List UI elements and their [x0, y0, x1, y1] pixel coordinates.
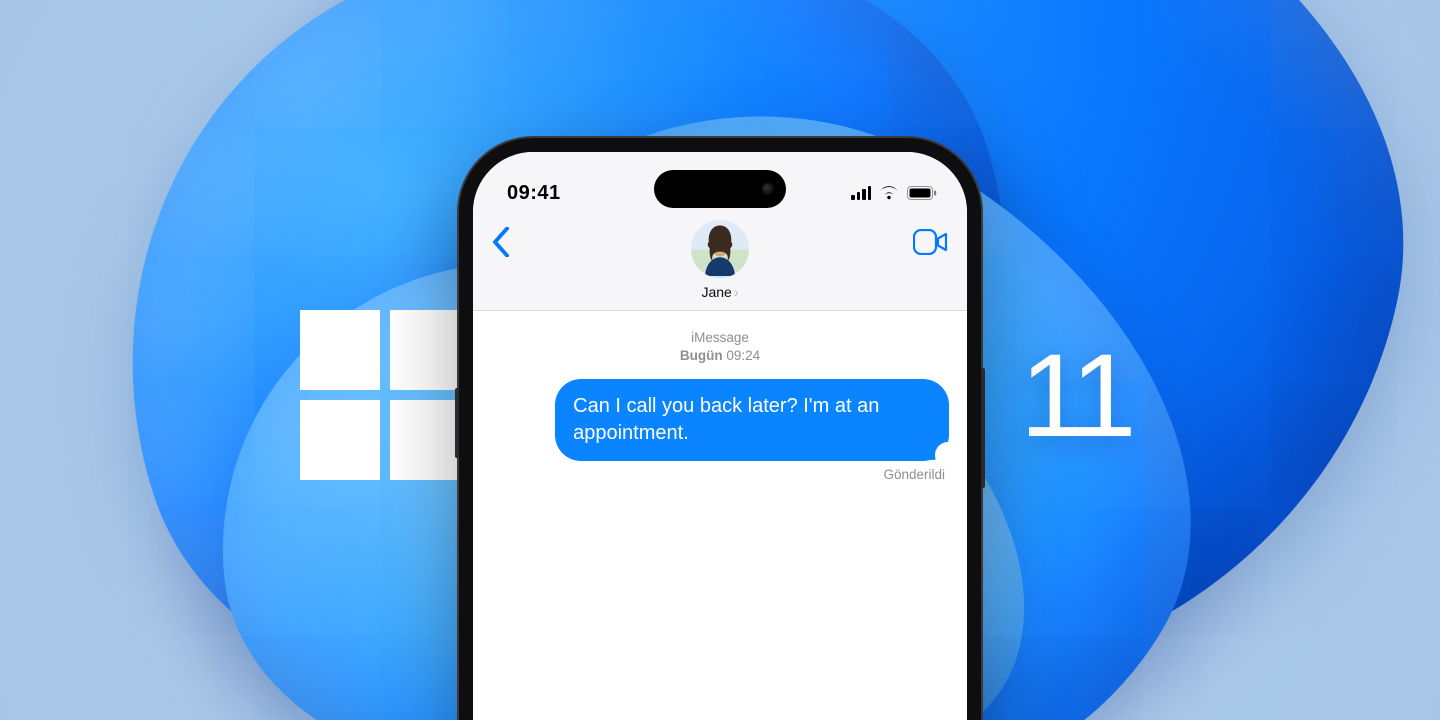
video-camera-icon — [913, 229, 949, 260]
contact-name: Jane — [701, 284, 731, 300]
back-button[interactable] — [491, 220, 531, 268]
iphone-screen: 09:41 — [473, 152, 967, 720]
thread-timestamp: iMessage Bugün 09:24 — [491, 329, 949, 365]
iphone-frame: 09:41 — [459, 138, 981, 720]
contact-info[interactable]: Jane › — [531, 220, 909, 300]
facetime-button[interactable] — [909, 220, 949, 268]
service-label: iMessage — [491, 329, 949, 347]
dynamic-island — [654, 170, 786, 208]
wifi-icon — [879, 186, 899, 200]
statusbar-time: 09:41 — [507, 182, 561, 205]
message-thread[interactable]: iMessage Bugün 09:24 Can I call you back… — [473, 311, 967, 720]
timestamp-time: 09:24 — [726, 348, 760, 363]
windows-logo-icon — [300, 310, 470, 480]
windows-version-text: 11 — [1020, 328, 1131, 464]
promo-stage: 11 09:41 — [0, 0, 1440, 720]
message-row: Can I call you back later? I'm at an app… — [491, 379, 949, 461]
statusbar-indicators — [851, 186, 937, 200]
delivery-status: Gönderildi — [491, 467, 949, 482]
contact-name-row: Jane › — [701, 284, 738, 300]
timestamp-day: Bugün — [680, 348, 723, 363]
avatar — [691, 220, 749, 278]
message-text: Can I call you back later? I'm at an app… — [573, 395, 879, 444]
sent-message-bubble[interactable]: Can I call you back later? I'm at an app… — [555, 379, 949, 461]
chevron-left-icon — [491, 227, 511, 262]
battery-icon — [907, 186, 937, 200]
cell-signal-icon — [851, 186, 871, 200]
chevron-right-icon: › — [734, 284, 739, 300]
conversation-header: Jane › — [473, 216, 967, 311]
